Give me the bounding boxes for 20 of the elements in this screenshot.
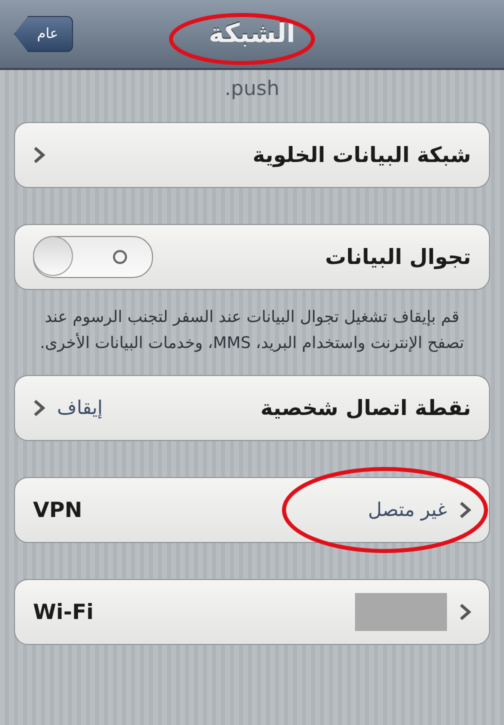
row-label: نقطة اتصال شخصية (260, 396, 471, 420)
row-value: إيقاف (57, 397, 103, 420)
chevron-icon (33, 146, 45, 164)
settings-row[interactable]: شبكة البيانات الخلوية (14, 122, 490, 188)
chevron-icon (459, 603, 471, 622)
row-label: Wi-Fi (33, 600, 94, 624)
row-label: شبكة البيانات الخلوية (252, 143, 471, 167)
row-label: VPN (33, 498, 82, 522)
back-button[interactable]: عام (14, 16, 74, 52)
chevron-icon (459, 501, 471, 520)
settings-row[interactable]: Wi-Fi (14, 579, 490, 646)
toggle-switch[interactable] (33, 236, 153, 278)
row-value: غير متصل (368, 499, 447, 522)
circle-icon (112, 249, 128, 265)
chevron-icon (33, 399, 45, 418)
screen-title: الشبكة (208, 19, 296, 49)
note-text: .push (224, 75, 280, 102)
settings-row[interactable]: نقطة اتصال شخصية إيقاف (14, 375, 490, 442)
row-label: تجوال البيانات (325, 245, 471, 269)
footer-text: قم بإيقاف تشغيل تجوال البيانات عند السفر لتجنب الرسوم عند تصفح الإنترنت واستخدام البريد، MMS، وخدمات البيانات الأخرى. (38, 306, 466, 354)
